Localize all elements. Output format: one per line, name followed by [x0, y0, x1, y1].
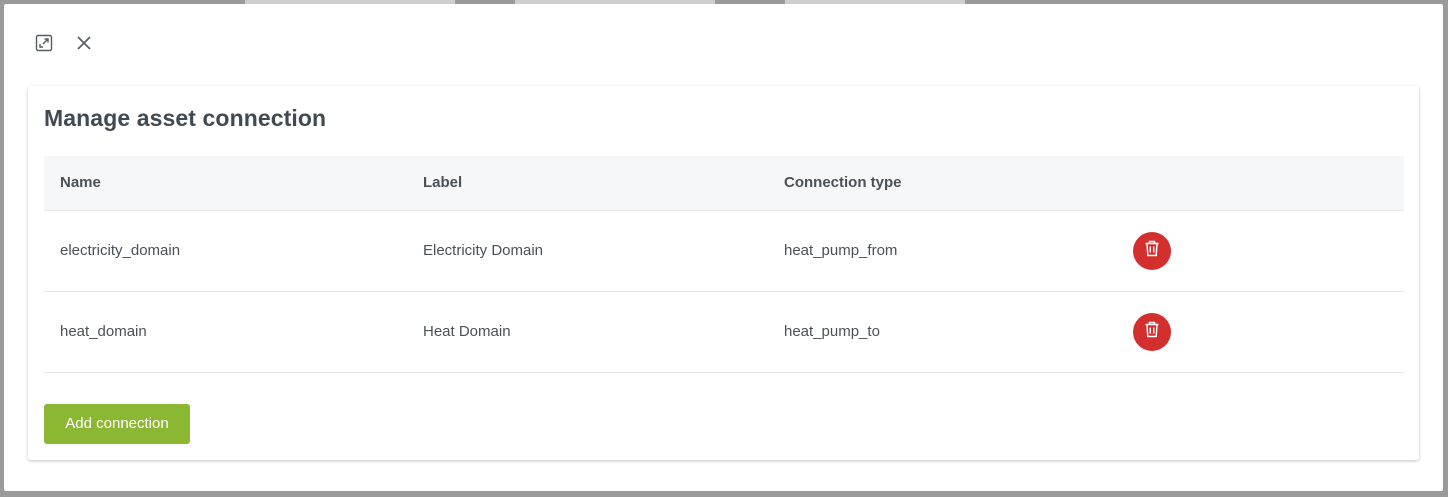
cell-label: Heat Domain	[423, 323, 511, 340]
cell-name: electricity_domain	[60, 242, 181, 259]
column-header-label: Label	[423, 174, 463, 191]
column-header-connection-type: Connection type	[784, 174, 902, 191]
column-header-name: Name	[60, 174, 101, 191]
cell-label: Electricity Domain	[423, 242, 544, 259]
delete-connection-button[interactable]	[1133, 313, 1171, 351]
trash-icon	[1144, 240, 1160, 262]
connections-table: Name Label Connection type electricity_d…	[44, 156, 1404, 373]
cell-connection-type: heat_pump_from	[784, 242, 898, 259]
trash-icon	[1144, 321, 1160, 343]
expand-button[interactable]	[33, 34, 55, 56]
close-button[interactable]	[73, 34, 95, 56]
close-icon	[76, 35, 92, 56]
cell-connection-type: heat_pump_to	[784, 323, 880, 340]
table-row: heat_domain Heat Domain heat_pump_to	[44, 292, 1404, 373]
delete-connection-button[interactable]	[1133, 232, 1171, 270]
page-title: Manage asset connection	[44, 105, 327, 131]
table-row: electricity_domain Electricity Domain he…	[44, 211, 1404, 292]
cell-name: heat_domain	[60, 323, 147, 340]
expand-icon	[35, 34, 53, 57]
modal-dialog: Manage asset connection Name Label Conne…	[4, 4, 1443, 491]
modal-toolbar	[4, 4, 1443, 84]
add-connection-button[interactable]: Add connection	[44, 404, 190, 444]
connection-card: Manage asset connection Name Label Conne…	[28, 86, 1419, 460]
table-header: Name Label Connection type	[44, 156, 1404, 211]
